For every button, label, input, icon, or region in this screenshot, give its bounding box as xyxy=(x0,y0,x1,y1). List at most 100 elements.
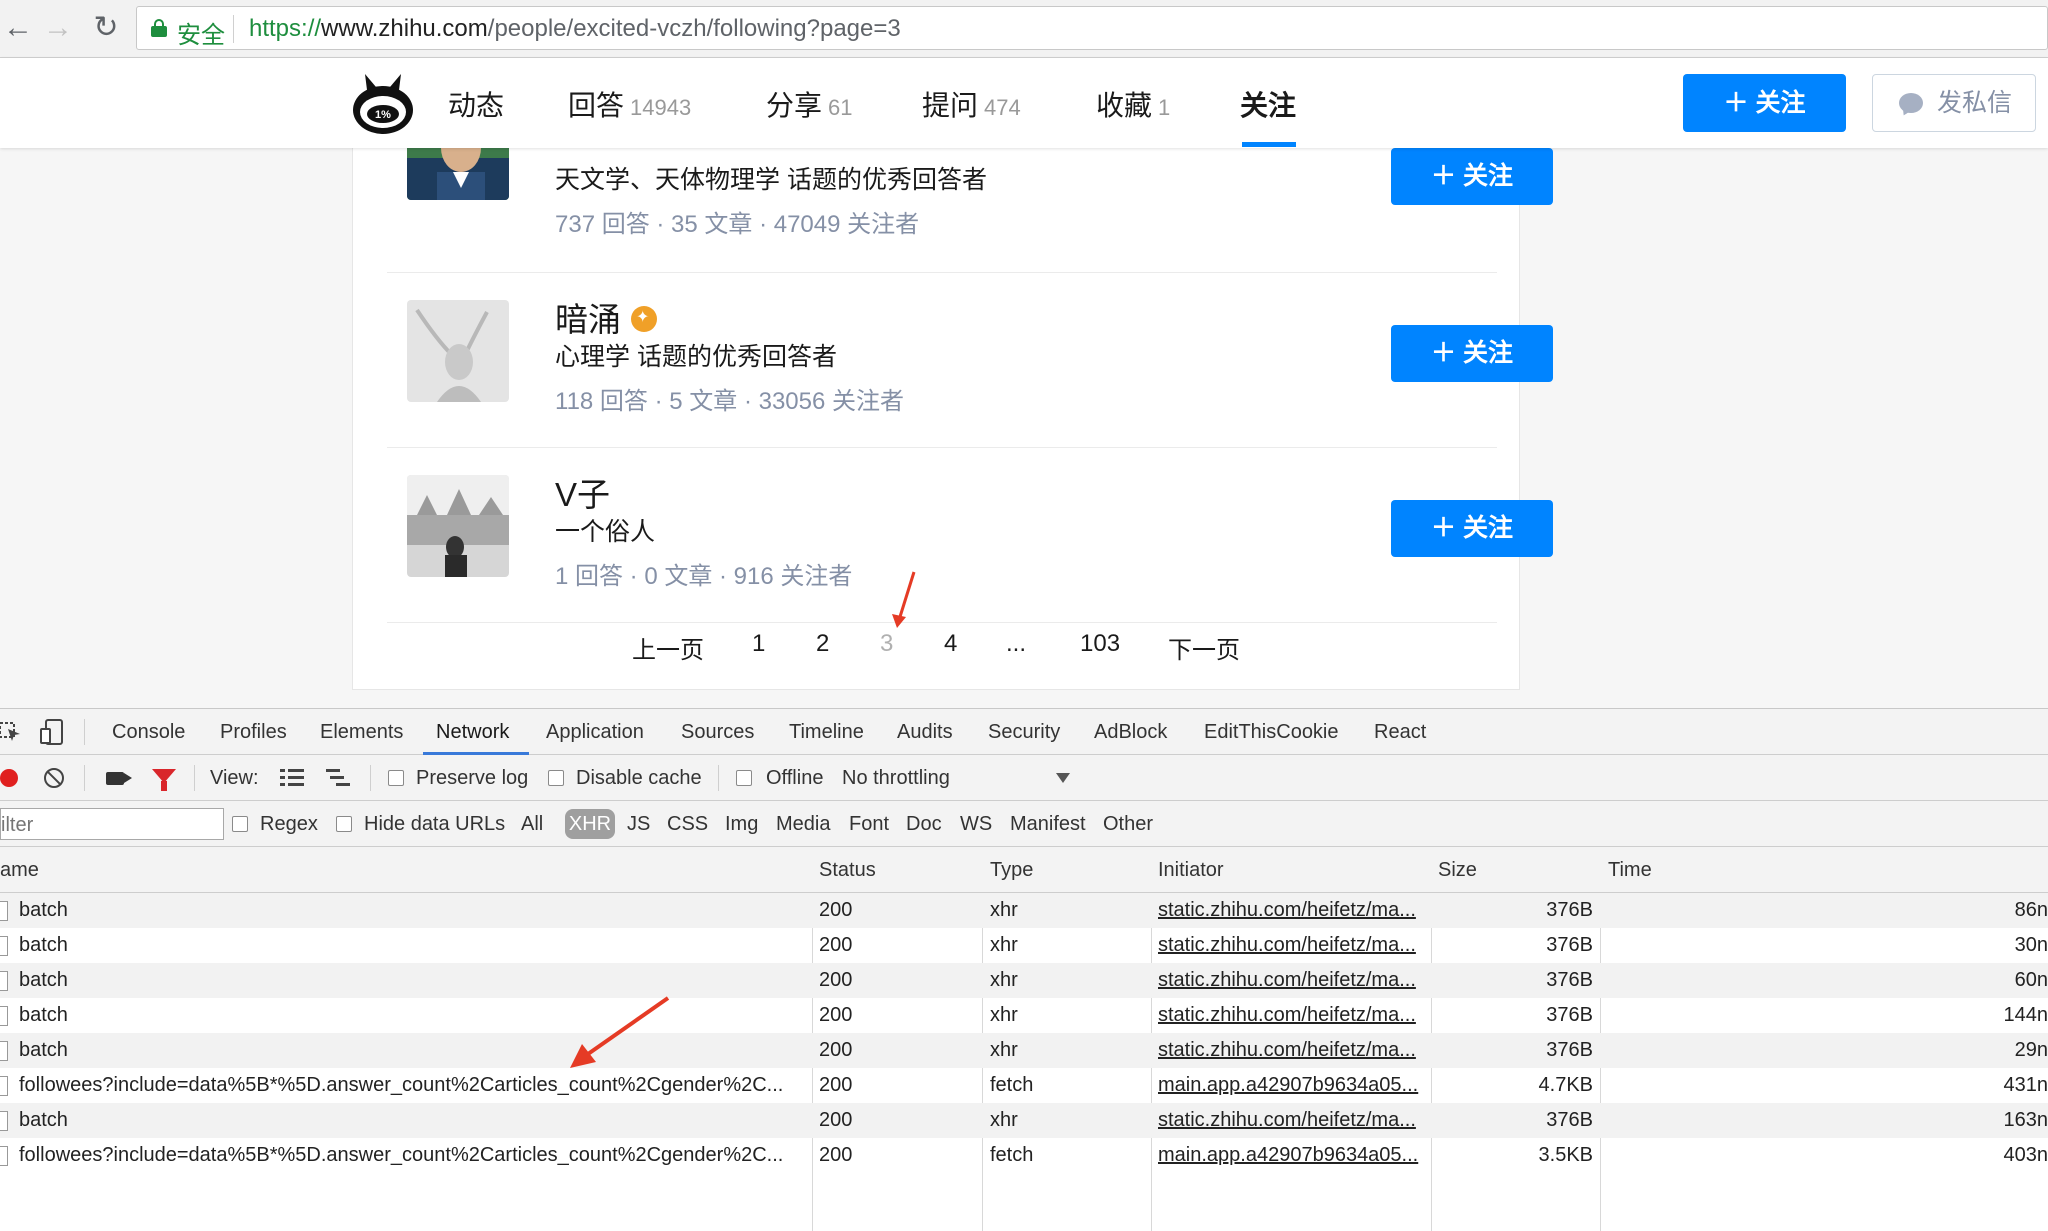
follow-user-button[interactable]: ＋ 关注 xyxy=(1391,148,1553,205)
filter-icon[interactable] xyxy=(152,769,176,791)
tab-shares[interactable]: 分享 61 xyxy=(766,84,853,124)
divider xyxy=(84,719,85,745)
user-avatar[interactable] xyxy=(407,475,509,577)
type-filter-media[interactable]: Media xyxy=(776,813,830,836)
page-button[interactable]: 1 xyxy=(752,630,765,658)
capture-screenshots-icon[interactable] xyxy=(106,772,124,785)
annotation-arrow-icon xyxy=(892,571,916,628)
column-header-name[interactable]: ame xyxy=(0,859,39,882)
reload-icon[interactable]: ↻ xyxy=(88,10,124,46)
device-toolbar-icon[interactable] xyxy=(40,719,64,745)
forward-icon[interactable]: → xyxy=(40,10,76,46)
request-initiator[interactable]: static.zhihu.com/heifetz/ma... xyxy=(1158,969,1428,992)
column-header-initiator[interactable]: Initiator xyxy=(1158,859,1224,882)
table-row[interactable]: batch 200 xhr static.zhihu.com/heifetz/m… xyxy=(0,893,2048,928)
tab-label: 回答 xyxy=(568,90,625,121)
type-filter-other[interactable]: Other xyxy=(1103,813,1153,836)
next-page-button[interactable]: 下一页 xyxy=(1168,630,1240,665)
request-time: 163n xyxy=(2003,1109,2048,1131)
back-icon[interactable]: ← xyxy=(0,10,36,46)
type-filter-js[interactable]: JS xyxy=(627,813,650,836)
user-name[interactable]: V子 xyxy=(555,468,610,516)
tab-timeline[interactable]: Timeline xyxy=(789,721,864,744)
request-initiator[interactable]: main.app.a42907b9634a05... xyxy=(1158,1074,1428,1097)
follow-user-button[interactable]: ＋ 关注 xyxy=(1391,500,1553,557)
column-header-type[interactable]: Type xyxy=(990,859,1033,882)
table-row[interactable]: batch 200 xhr static.zhihu.com/heifetz/m… xyxy=(0,1103,2048,1138)
regex-checkbox[interactable] xyxy=(232,816,248,832)
disable-cache-checkbox[interactable] xyxy=(548,770,564,786)
tab-following[interactable]: 关注 xyxy=(1240,84,1296,124)
tab-network[interactable]: Network xyxy=(436,721,509,744)
column-header-status[interactable]: Status xyxy=(819,859,876,882)
type-filter-manifest[interactable]: Manifest xyxy=(1010,813,1086,836)
table-row[interactable]: followees?include=data%5B*%5D.answer_cou… xyxy=(0,1068,2048,1103)
table-row[interactable]: followees?include=data%5B*%5D.answer_cou… xyxy=(0,1138,2048,1173)
user-stats[interactable]: 118 回答 · 5 文章 · 33056 关注者 xyxy=(555,381,904,416)
throttling-select[interactable]: No throttling xyxy=(842,767,950,790)
network-requests-table: ame Status Type Initiator Size Time batc… xyxy=(0,847,2048,1231)
column-header-time[interactable]: Time xyxy=(1608,859,1652,882)
request-initiator[interactable]: static.zhihu.com/heifetz/ma... xyxy=(1158,1039,1428,1062)
tab-security[interactable]: Security xyxy=(988,721,1060,744)
request-initiator[interactable]: static.zhihu.com/heifetz/ma... xyxy=(1158,1004,1428,1027)
avatar-logo-icon[interactable]: 1% xyxy=(350,70,416,136)
clear-icon[interactable] xyxy=(44,768,64,788)
page-button[interactable]: 4 xyxy=(944,630,957,658)
type-filter-all[interactable]: All xyxy=(521,813,543,836)
offline-checkbox[interactable] xyxy=(736,770,752,786)
page-button[interactable]: 103 xyxy=(1080,630,1120,658)
tab-audits[interactable]: Audits xyxy=(897,721,953,744)
tab-react[interactable]: React xyxy=(1374,721,1426,744)
column-header-size[interactable]: Size xyxy=(1438,859,1477,882)
table-row[interactable]: batch 200 xhr static.zhihu.com/heifetz/m… xyxy=(0,998,2048,1033)
type-filter-css[interactable]: CSS xyxy=(667,813,708,836)
type-filter-img[interactable]: Img xyxy=(725,813,758,836)
address-bar[interactable]: 安全 https://www.zhihu.com/people/excited-… xyxy=(136,6,2048,50)
tab-sources[interactable]: Sources xyxy=(681,721,754,744)
filter-input[interactable] xyxy=(0,808,224,840)
user-name[interactable]: 暗涌 xyxy=(555,293,657,341)
waterfall-icon[interactable] xyxy=(326,769,350,787)
tab-activity[interactable]: 动态 xyxy=(448,84,504,124)
request-type: xhr xyxy=(990,1039,1018,1061)
large-rows-icon[interactable] xyxy=(280,769,304,787)
prev-page-button[interactable]: 上一页 xyxy=(632,630,704,665)
tab-editthiscookie[interactable]: EditThisCookie xyxy=(1204,721,1339,744)
request-initiator[interactable]: static.zhihu.com/heifetz/ma... xyxy=(1158,934,1428,957)
user-stats[interactable]: 737 回答 · 35 文章 · 47049 关注者 xyxy=(555,204,919,239)
request-initiator[interactable]: static.zhihu.com/heifetz/ma... xyxy=(1158,899,1428,922)
table-row[interactable]: batch 200 xhr static.zhihu.com/heifetz/m… xyxy=(0,963,2048,998)
type-filter-font[interactable]: Font xyxy=(849,813,889,836)
inspect-element-icon[interactable] xyxy=(0,721,22,743)
user-avatar[interactable] xyxy=(407,300,509,402)
follow-button[interactable]: ＋ 关注 xyxy=(1683,74,1846,132)
table-row[interactable]: batch 200 xhr static.zhihu.com/heifetz/m… xyxy=(0,1033,2048,1068)
page-button[interactable]: 2 xyxy=(816,630,829,658)
url-text[interactable]: https://www.zhihu.com/people/excited-vcz… xyxy=(249,15,901,43)
record-icon[interactable] xyxy=(0,769,18,787)
tab-answers[interactable]: 回答 14943 xyxy=(568,84,691,124)
tab-elements[interactable]: Elements xyxy=(320,721,403,744)
chevron-down-icon[interactable] xyxy=(1056,773,1070,783)
follow-user-button[interactable]: ＋ 关注 xyxy=(1391,325,1553,382)
user-stats[interactable]: 1 回答 · 0 文章 · 916 关注者 xyxy=(555,556,852,591)
request-size: 376B xyxy=(1546,899,1593,921)
type-filter-doc[interactable]: Doc xyxy=(906,813,942,836)
tab-adblock[interactable]: AdBlock xyxy=(1094,721,1167,744)
offline-label: Offline xyxy=(766,767,824,789)
request-name: batch xyxy=(19,934,68,956)
type-filter-ws[interactable]: WS xyxy=(960,813,992,836)
message-button[interactable]: 发私信 xyxy=(1872,74,2036,132)
tab-console[interactable]: Console xyxy=(112,721,185,744)
type-filter-xhr[interactable]: XHR xyxy=(565,809,615,839)
tab-collections[interactable]: 收藏 1 xyxy=(1096,84,1170,124)
request-initiator[interactable]: main.app.a42907b9634a05... xyxy=(1158,1144,1428,1167)
tab-questions[interactable]: 提问 474 xyxy=(922,84,1021,124)
hide-data-urls-checkbox[interactable] xyxy=(336,816,352,832)
tab-application[interactable]: Application xyxy=(546,721,644,744)
request-initiator[interactable]: static.zhihu.com/heifetz/ma... xyxy=(1158,1109,1428,1132)
table-row[interactable]: batch 200 xhr static.zhihu.com/heifetz/m… xyxy=(0,928,2048,963)
tab-profiles[interactable]: Profiles xyxy=(220,721,287,744)
preserve-log-checkbox[interactable] xyxy=(388,770,404,786)
